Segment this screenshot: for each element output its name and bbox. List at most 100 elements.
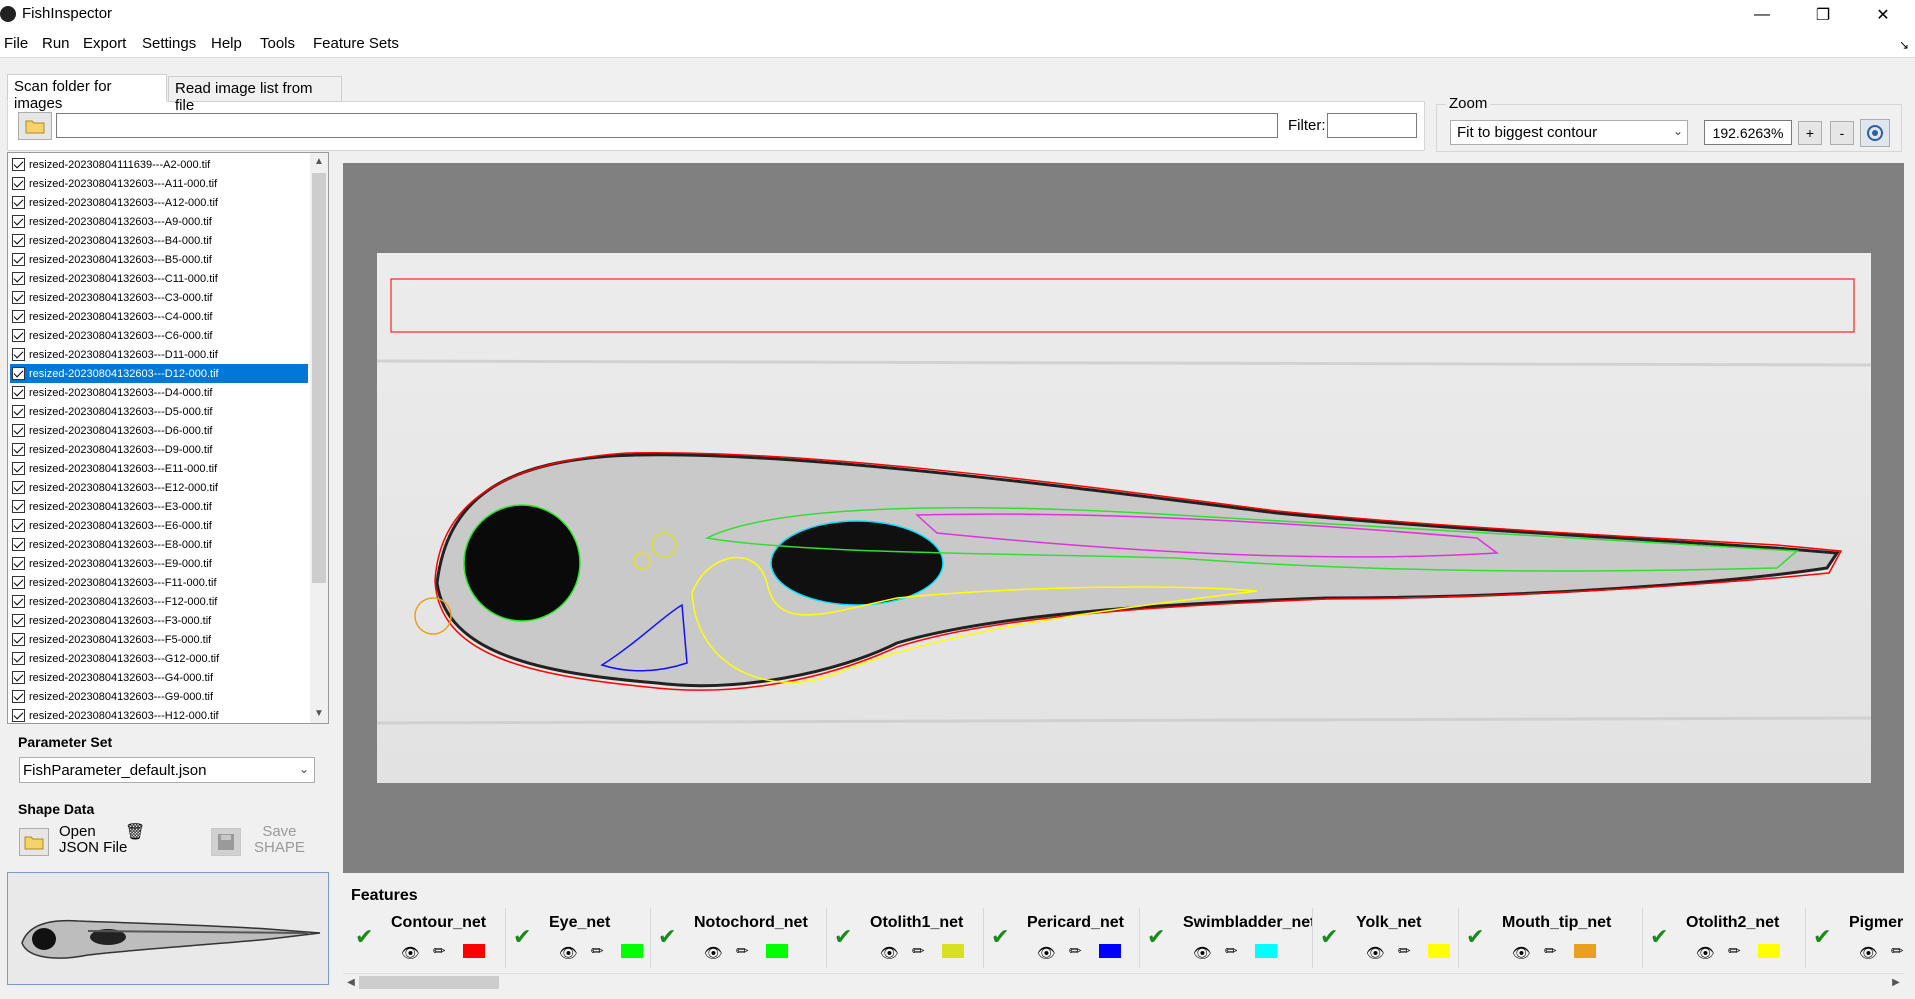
trash-icon[interactable]: 🗑 — [125, 822, 145, 842]
eye-icon[interactable]: 👁 — [1696, 944, 1715, 962]
tab-read-image-list[interactable]: Read image list from file — [168, 76, 342, 114]
file-list-scrollbar[interactable]: ▲ ▼ — [310, 153, 328, 723]
pencil-icon[interactable]: ✏ — [433, 942, 446, 960]
file-list-item[interactable]: resized-20230804132603---B4-000.tif — [10, 231, 308, 250]
eye-icon[interactable]: 👁 — [880, 944, 899, 962]
zoom-reset-button[interactable] — [1860, 119, 1890, 147]
file-list[interactable]: resized-20230804111639---A2-000.tif resiz… — [7, 152, 329, 724]
eye-icon[interactable]: 👁 — [704, 944, 723, 962]
menu-file[interactable]: File — [4, 35, 28, 52]
filter-input[interactable] — [1327, 113, 1417, 138]
file-list-item[interactable]: resized-20230804132603---D4-000.tif — [10, 383, 308, 402]
feature-item[interactable]: ✔ Eye_net 👁 ✏ — [513, 906, 653, 970]
checkmark-icon[interactable]: ✔ — [834, 924, 852, 950]
file-checkbox[interactable] — [12, 614, 25, 627]
file-list-item[interactable]: resized-20230804132603---G12-000.tif — [10, 649, 308, 668]
file-list-item[interactable]: resized-20230804132603---G4-000.tif — [10, 668, 308, 687]
feature-item[interactable]: ✔ Notochord_net 👁 ✏ — [658, 906, 828, 970]
feature-item[interactable]: ✔ Otolith1_net 👁 ✏ — [834, 906, 984, 970]
file-checkbox[interactable] — [12, 348, 25, 361]
menu-run[interactable]: Run — [42, 35, 70, 52]
file-checkbox[interactable] — [12, 329, 25, 342]
pencil-icon[interactable]: ✏ — [591, 942, 604, 960]
file-checkbox[interactable] — [12, 500, 25, 513]
scroll-thumb[interactable] — [312, 173, 326, 583]
file-list-item[interactable]: resized-20230804132603---B5-000.tif — [10, 250, 308, 269]
checkmark-icon[interactable]: ✔ — [1320, 924, 1338, 950]
file-checkbox[interactable] — [12, 158, 25, 171]
zoom-mode-select[interactable]: Fit to biggest contour ⌄ — [1450, 120, 1688, 145]
file-checkbox[interactable] — [12, 443, 25, 456]
file-list-item[interactable]: resized-20230804111639---A2-000.tif — [10, 155, 308, 174]
file-list-item[interactable]: resized-20230804132603---D12-000.tif — [10, 364, 308, 383]
file-checkbox[interactable] — [12, 519, 25, 532]
file-list-item[interactable]: resized-20230804132603---C3-000.tif — [10, 288, 308, 307]
feature-item[interactable]: ✔ Yolk_net 👁 ✏ — [1320, 906, 1460, 970]
file-checkbox[interactable] — [12, 253, 25, 266]
file-checkbox[interactable] — [12, 633, 25, 646]
feature-item[interactable]: ✔ Swimbladder_net 👁 ✏ — [1147, 906, 1312, 970]
preview-thumbnail[interactable] — [7, 872, 329, 985]
features-scrollbar[interactable]: ◀ ▶ — [343, 973, 1904, 991]
menu-export[interactable]: Export — [83, 35, 126, 52]
file-checkbox[interactable] — [12, 671, 25, 684]
scroll-right-icon[interactable]: ▶ — [1888, 974, 1904, 992]
feature-item[interactable]: ✔ Pericard_net 👁 ✏ — [991, 906, 1141, 970]
menu-tools[interactable]: Tools — [260, 35, 295, 52]
file-list-item[interactable]: resized-20230804132603---A12-000.tif — [10, 193, 308, 212]
eye-icon[interactable]: 👁 — [1366, 944, 1385, 962]
file-checkbox[interactable] — [12, 462, 25, 475]
menu-settings[interactable]: Settings — [142, 35, 196, 52]
color-swatch[interactable] — [1574, 944, 1596, 958]
file-list-item[interactable]: resized-20230804132603---E3-000.tif — [10, 497, 308, 516]
checkmark-icon[interactable]: ✔ — [513, 924, 531, 950]
eye-icon[interactable]: 👁 — [1859, 944, 1878, 962]
checkmark-icon[interactable]: ✔ — [1650, 924, 1668, 950]
file-checkbox[interactable] — [12, 386, 25, 399]
file-checkbox[interactable] — [12, 481, 25, 494]
file-list-item[interactable]: resized-20230804132603---C6-000.tif — [10, 326, 308, 345]
eye-icon[interactable]: 👁 — [559, 944, 578, 962]
fish-image[interactable] — [377, 253, 1871, 783]
eye-icon[interactable]: 👁 — [1037, 944, 1056, 962]
eye-icon[interactable]: 👁 — [401, 944, 420, 962]
zoom-percent-input[interactable]: 192.6263% — [1704, 120, 1792, 145]
pencil-icon[interactable]: ✏ — [1728, 942, 1741, 960]
scroll-up-icon[interactable]: ▲ — [310, 153, 328, 171]
file-list-item[interactable]: resized-20230804132603---G9-000.tif — [10, 687, 308, 706]
file-list-item[interactable]: resized-20230804132603---F11-000.tif — [10, 573, 308, 592]
open-folder-button[interactable] — [18, 112, 52, 140]
checkmark-icon[interactable]: ✔ — [1147, 924, 1165, 950]
pencil-icon[interactable]: ✏ — [1225, 942, 1238, 960]
file-checkbox[interactable] — [12, 310, 25, 323]
file-checkbox[interactable] — [12, 291, 25, 304]
zoom-out-button[interactable]: - — [1830, 121, 1854, 145]
eye-icon[interactable]: 👁 — [1193, 944, 1212, 962]
menu-help[interactable]: Help — [211, 35, 242, 52]
file-checkbox[interactable] — [12, 196, 25, 209]
file-list-item[interactable]: resized-20230804132603---E9-000.tif — [10, 554, 308, 573]
minimize-button[interactable]: — — [1739, 0, 1785, 30]
file-list-item[interactable]: resized-20230804132603---E12-000.tif — [10, 478, 308, 497]
file-checkbox[interactable] — [12, 595, 25, 608]
file-list-item[interactable]: resized-20230804132603---D6-000.tif — [10, 421, 308, 440]
pencil-icon[interactable]: ✏ — [912, 942, 925, 960]
corner-arrow-icon[interactable]: ↘ — [1899, 38, 1909, 52]
file-list-item[interactable]: resized-20230804132603---A11-000.tif — [10, 174, 308, 193]
checkmark-icon[interactable]: ✔ — [1466, 924, 1484, 950]
features-scroll-thumb[interactable] — [359, 976, 499, 989]
pencil-icon[interactable]: ✏ — [1544, 942, 1557, 960]
file-list-item[interactable]: resized-20230804132603---D11-000.tif — [10, 345, 308, 364]
pencil-icon[interactable]: ✏ — [1069, 942, 1082, 960]
feature-item[interactable]: ✔ Mouth_tip_net 👁 ✏ — [1466, 906, 1641, 970]
color-swatch[interactable] — [1099, 944, 1121, 958]
color-swatch[interactable] — [463, 944, 485, 958]
file-list-item[interactable]: resized-20230804132603---E6-000.tif — [10, 516, 308, 535]
color-swatch[interactable] — [621, 944, 643, 958]
menu-feature-sets[interactable]: Feature Sets — [313, 35, 399, 52]
file-checkbox[interactable] — [12, 367, 25, 380]
scroll-left-icon[interactable]: ◀ — [343, 974, 359, 992]
file-list-item[interactable]: resized-20230804132603---C4-000.tif — [10, 307, 308, 326]
file-checkbox[interactable] — [12, 652, 25, 665]
file-checkbox[interactable] — [12, 557, 25, 570]
